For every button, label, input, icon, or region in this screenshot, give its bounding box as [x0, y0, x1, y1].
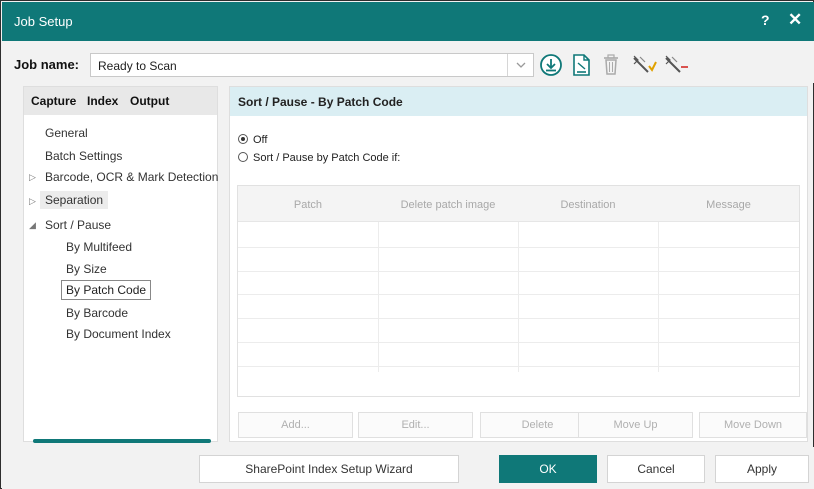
grid-row-line [238, 366, 799, 367]
column-header-delete-patch-image[interactable]: Delete patch image [378, 199, 518, 211]
settings-panel: Sort / Pause - By Patch Code Off Sort / … [229, 86, 808, 442]
dialog-footer: SharePoint Index Setup Wizard OK Cancel … [2, 447, 814, 489]
tab-capture[interactable]: Capture [31, 94, 76, 108]
add-button[interactable]: Add... [238, 412, 353, 438]
panel-title: Sort / Pause - By Patch Code [238, 95, 403, 109]
horizontal-scrollbar[interactable] [33, 439, 211, 443]
grid-row-line [238, 271, 799, 272]
tree-item-by-document-index[interactable]: By Document Index [66, 327, 171, 341]
tree-item-by-barcode[interactable]: By Barcode [66, 306, 128, 320]
close-button[interactable]: ✕ [788, 10, 802, 30]
dialog-title: Job Setup [14, 14, 73, 29]
job-name-label: Job name: [14, 57, 80, 72]
export-document-button[interactable] [568, 52, 594, 78]
grid-divider [518, 222, 519, 372]
tree-item-separation[interactable]: Separation [40, 191, 109, 209]
wand-add-icon [633, 55, 657, 73]
tab-index[interactable]: Index [87, 94, 118, 108]
grid-row-line [238, 247, 799, 248]
job-setup-dialog: Job Setup ? ✕ Job name: Ready to Scan Ca… [0, 0, 814, 489]
patch-rules-grid[interactable]: Patch Delete patch image Destination Mes… [237, 185, 800, 397]
tree-item-by-size[interactable]: By Size [66, 262, 107, 276]
apply-button[interactable]: Apply [715, 455, 809, 483]
combo-dropdown-button[interactable] [507, 54, 533, 76]
radio-off[interactable]: Off [238, 134, 267, 146]
navigation-panel: Capture Index Output General Batch Setti… [23, 86, 218, 443]
column-header-patch[interactable]: Patch [238, 199, 378, 211]
collapse-arrow-icon[interactable]: ◢ [29, 220, 36, 231]
cancel-button[interactable]: Cancel [607, 455, 705, 483]
radio-sort-pause-by-patch[interactable]: Sort / Pause by Patch Code if: [238, 152, 400, 164]
download-job-button[interactable] [538, 52, 564, 78]
grid-row-line [238, 342, 799, 343]
tab-output[interactable]: Output [130, 94, 169, 108]
radio-selected-icon [238, 134, 248, 144]
title-bar: Job Setup ? ✕ [2, 2, 814, 41]
edit-button[interactable]: Edit... [358, 412, 473, 438]
radio-off-label: Off [253, 134, 268, 146]
download-icon [540, 54, 562, 76]
tree-item-by-multifeed[interactable]: By Multifeed [66, 240, 132, 254]
tree-item-sort-pause[interactable]: Sort / Pause [45, 218, 111, 232]
grid-divider [378, 222, 379, 372]
grid-divider [658, 222, 659, 372]
tree-item-general[interactable]: General [45, 126, 88, 140]
delete-job-button[interactable] [598, 52, 624, 78]
column-header-destination[interactable]: Destination [518, 199, 658, 211]
radio-unselected-icon [238, 152, 248, 162]
grid-row-line [238, 318, 799, 319]
move-up-button[interactable]: Move Up [578, 412, 693, 438]
wand-remove-icon [665, 55, 688, 73]
grid-row-line [238, 294, 799, 295]
expand-arrow-icon[interactable]: ▷ [29, 196, 36, 207]
help-button[interactable]: ? [761, 12, 770, 28]
expand-arrow-icon[interactable]: ▷ [29, 172, 36, 183]
job-name-value: Ready to Scan [98, 59, 177, 73]
job-name-combo[interactable]: Ready to Scan [90, 53, 534, 77]
radio-patch-label: Sort / Pause by Patch Code if: [253, 152, 401, 164]
tree-item-by-patch-code[interactable]: By Patch Code [61, 280, 152, 300]
sharepoint-wizard-button[interactable]: SharePoint Index Setup Wizard [199, 455, 459, 483]
column-header-message[interactable]: Message [658, 199, 799, 211]
trash-icon [604, 54, 618, 75]
job-wizard-add-button[interactable] [630, 52, 657, 78]
ok-button[interactable]: OK [499, 455, 597, 483]
document-icon [573, 54, 590, 76]
job-wizard-remove-button[interactable] [662, 52, 688, 78]
tab-strip: Capture Index Output [24, 87, 217, 115]
job-name-row: Job name: Ready to Scan [2, 41, 814, 83]
tree-item-batch-settings[interactable]: Batch Settings [45, 149, 122, 163]
tree-item-barcode-ocr[interactable]: Barcode, OCR & Mark Detection [45, 170, 218, 184]
move-down-button[interactable]: Move Down [699, 412, 807, 438]
chevron-down-icon [516, 62, 526, 68]
panel-header: Sort / Pause - By Patch Code [230, 87, 807, 116]
grid-header: Patch Delete patch image Destination Mes… [238, 186, 799, 222]
